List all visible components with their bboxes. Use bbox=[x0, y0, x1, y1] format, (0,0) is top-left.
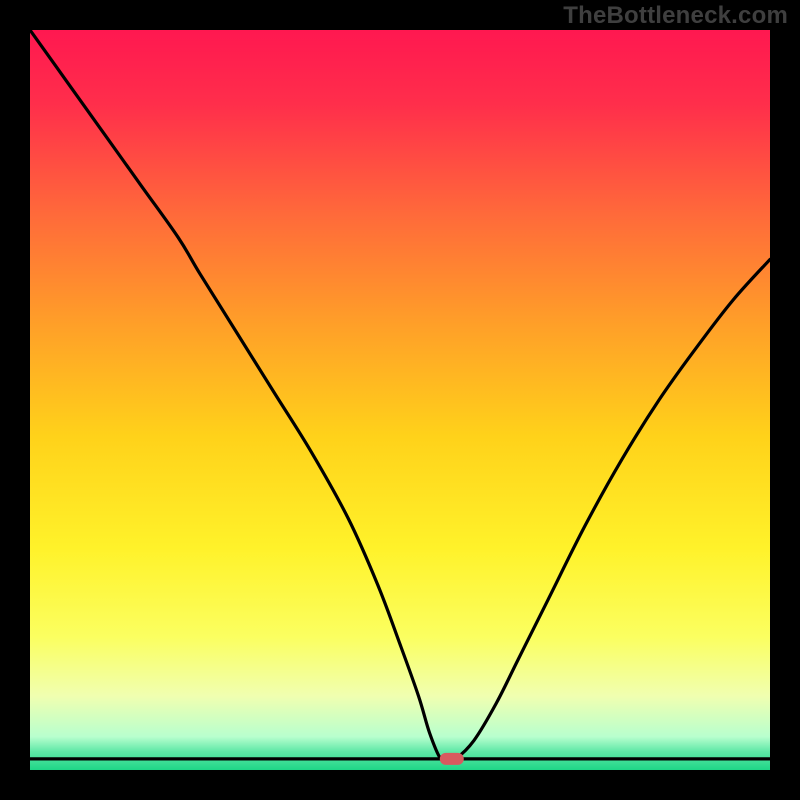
chart-frame: TheBottleneck.com bbox=[0, 0, 800, 800]
watermark-text: TheBottleneck.com bbox=[563, 2, 788, 30]
bottleneck-chart bbox=[30, 30, 770, 770]
plot-area bbox=[30, 30, 770, 770]
optimal-marker bbox=[440, 753, 464, 765]
